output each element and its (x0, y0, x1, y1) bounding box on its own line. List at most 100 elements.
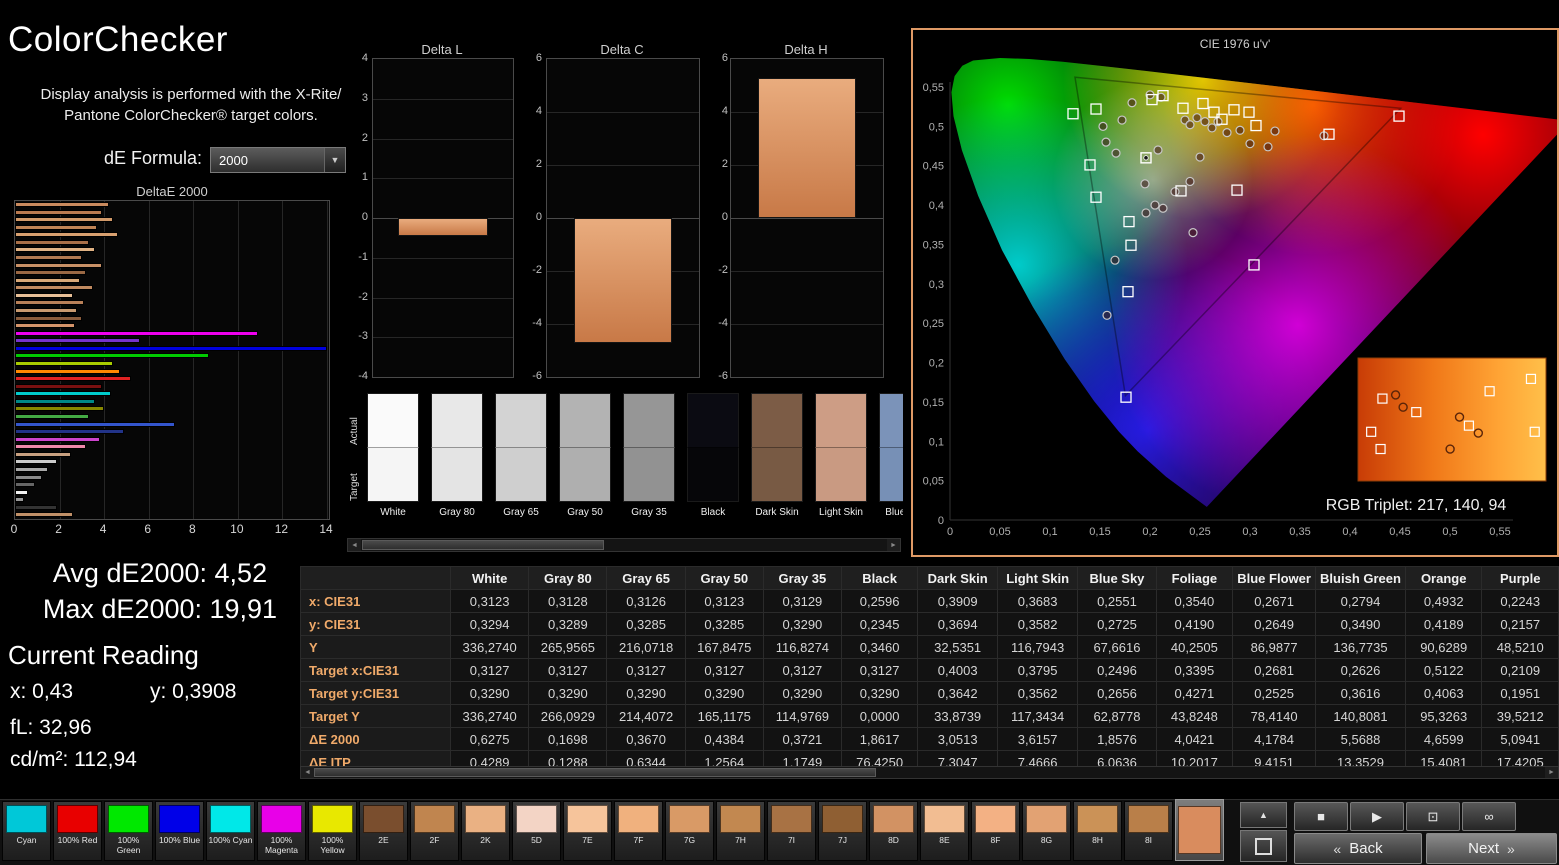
y-tick-label: 0,2 (929, 358, 944, 370)
patch-tile-label: 7F (633, 835, 644, 845)
table-cell: 0,3127 (762, 658, 842, 682)
patch-color-chip (1128, 805, 1169, 833)
dl-bar (398, 218, 488, 236)
patch-tile-2k[interactable]: 2K (461, 801, 510, 861)
row-label: Target Y (300, 704, 452, 728)
table-cell: 214,4072 (606, 704, 686, 728)
cie-measured-point (1141, 208, 1151, 218)
delta-c-chart (546, 58, 700, 378)
table-cell: 0,2656 (1077, 681, 1157, 705)
patch-tile-label: 8D (888, 835, 899, 845)
cie-measured-point (1235, 125, 1245, 135)
patch-tile-2e[interactable]: 2E (359, 801, 408, 861)
patch-tile-7h[interactable]: 7H (716, 801, 765, 861)
deltae-bar (15, 421, 176, 427)
patch-tile-8h[interactable]: 8H (1073, 801, 1122, 861)
patch-tile-7e[interactable]: 7E (563, 801, 612, 861)
cie-measured-point (1270, 126, 1280, 136)
scroll-right-icon[interactable]: ► (1545, 767, 1558, 778)
patch-tile-2f[interactable]: 2F (410, 801, 459, 861)
x-tick-label: 0,5 (1442, 526, 1457, 538)
patch-tile-5d[interactable]: 5D (512, 801, 561, 861)
table-cell: 0,4003 (917, 658, 998, 682)
chevron-up-icon: ▲ (1259, 810, 1268, 820)
table-cell: 76,4250 (840, 750, 919, 766)
table-cell: 0,1951 (1481, 681, 1559, 705)
table-cell: 0,3290 (840, 681, 919, 705)
display-button[interactable] (1240, 830, 1287, 862)
patch-tile-label: 8I (1144, 835, 1153, 845)
infinity-icon: ∞ (1484, 809, 1494, 824)
patch-color-chip (465, 805, 506, 833)
delta-c-axis: 6 4 2 0 -2 -4 -6 (516, 52, 542, 382)
swatch-light-skin: Light Skin (815, 393, 867, 518)
back-button[interactable]: « Back (1294, 833, 1422, 864)
cie-measured-point (1153, 145, 1163, 155)
rgb-triplet-readout: RGB Triplet: 217, 140, 94 (1326, 497, 1507, 514)
target-patch (687, 447, 739, 502)
gridline (731, 324, 883, 325)
stop-button[interactable]: ■ (1294, 802, 1348, 831)
table-cell: 0,3129 (762, 589, 842, 613)
patch-tile-label: 100% Green (116, 835, 141, 855)
y-tick-label: 0,15 (923, 397, 944, 409)
x-tick-label: 0 (947, 526, 953, 538)
dh-bar (758, 77, 856, 218)
patch-tile-7i[interactable]: 7I (767, 801, 816, 861)
cie-measured-point (1222, 128, 1232, 138)
patch-tile-8j[interactable]: 8J (1175, 799, 1224, 861)
patch-tile-100-green[interactable]: 100% Green (104, 801, 153, 861)
next-button[interactable]: Next » (1426, 833, 1557, 864)
patch-tile-7j[interactable]: 7J (818, 801, 867, 861)
table-cell: 0,3127 (528, 658, 608, 682)
table-scrollbar[interactable]: ◄ ► (300, 766, 1559, 779)
column-header: Blue Sky (1077, 566, 1157, 590)
table-row: Target x:CIE31 0,3127 0,3127 0,3127 0,3127 0,… (300, 658, 1559, 682)
table-cell: 0,3285 (684, 612, 764, 636)
gridline (373, 337, 513, 339)
patch-tile-100-blue[interactable]: 100% Blue (155, 801, 204, 861)
x-tick-label: 0,05 (989, 526, 1010, 538)
play-button[interactable]: ▶ (1350, 802, 1404, 831)
patch-tile-8f[interactable]: 8F (971, 801, 1020, 861)
de-formula-dropdown[interactable]: 2000 ▼ (210, 147, 346, 173)
deltae-chart (14, 200, 330, 520)
y-tick-label: 0,3 (929, 279, 944, 291)
patch-tile-100-yellow[interactable]: 100% Yellow (308, 801, 357, 861)
patch-tile-8e[interactable]: 8E (920, 801, 969, 861)
column-header: White (450, 566, 530, 590)
y-tick-label: -2 (532, 264, 542, 276)
gridline (373, 98, 513, 100)
table-cell: 0,2496 (1077, 658, 1157, 682)
avg-de2000: Avg dE2000: 4,52 (52, 558, 268, 588)
patch-tile-7g[interactable]: 7G (665, 801, 714, 861)
swatch-strip-scrollbar[interactable]: ◄ ► (347, 538, 901, 552)
scrollbar-thumb[interactable] (314, 768, 876, 777)
patch-tile-7f[interactable]: 7F (614, 801, 663, 861)
scroll-left-icon[interactable]: ◄ (301, 767, 314, 778)
patch-tile-label: 8F (990, 835, 1001, 845)
table-row: Target y:CIE31 0,3290 0,3290 0,3290 0,3290 0,… (300, 681, 1559, 705)
cie-measured-point (1263, 142, 1273, 152)
patch-tile-100-cyan[interactable]: 100% Cyan (206, 801, 255, 861)
scroll-right-icon[interactable]: ► (887, 539, 900, 551)
patch-tile-8d[interactable]: 8D (869, 801, 918, 861)
loop-button[interactable]: ∞ (1462, 802, 1516, 831)
back-arrows-icon: « (1333, 840, 1342, 857)
patch-tile-100-magenta[interactable]: 100% Magenta (257, 801, 306, 861)
pattern-icon: ⊡ (1427, 808, 1439, 824)
scrollbar-thumb[interactable] (362, 540, 604, 550)
x-tick-label: 0,2 (1142, 526, 1157, 538)
delta-l-axis: 4 3 2 1 0 -1 -2 -3 -4 (342, 52, 368, 382)
scroll-left-icon[interactable]: ◄ (348, 539, 361, 551)
back-button-label: Back (1349, 840, 1383, 857)
current-reading-label: Current Reading (8, 640, 199, 670)
x-tick-label: 2 (55, 522, 62, 536)
pattern-button[interactable]: ⊡ (1406, 802, 1460, 831)
patch-tile-100-red[interactable]: 100% Red (53, 801, 102, 861)
patch-tile-cyan[interactable]: Cyan (2, 801, 51, 861)
collapse-button[interactable]: ▲ (1240, 802, 1287, 828)
patch-color-chip (414, 805, 455, 833)
patch-tile-8i[interactable]: 8I (1124, 801, 1173, 861)
patch-tile-8g[interactable]: 8G (1022, 801, 1071, 861)
